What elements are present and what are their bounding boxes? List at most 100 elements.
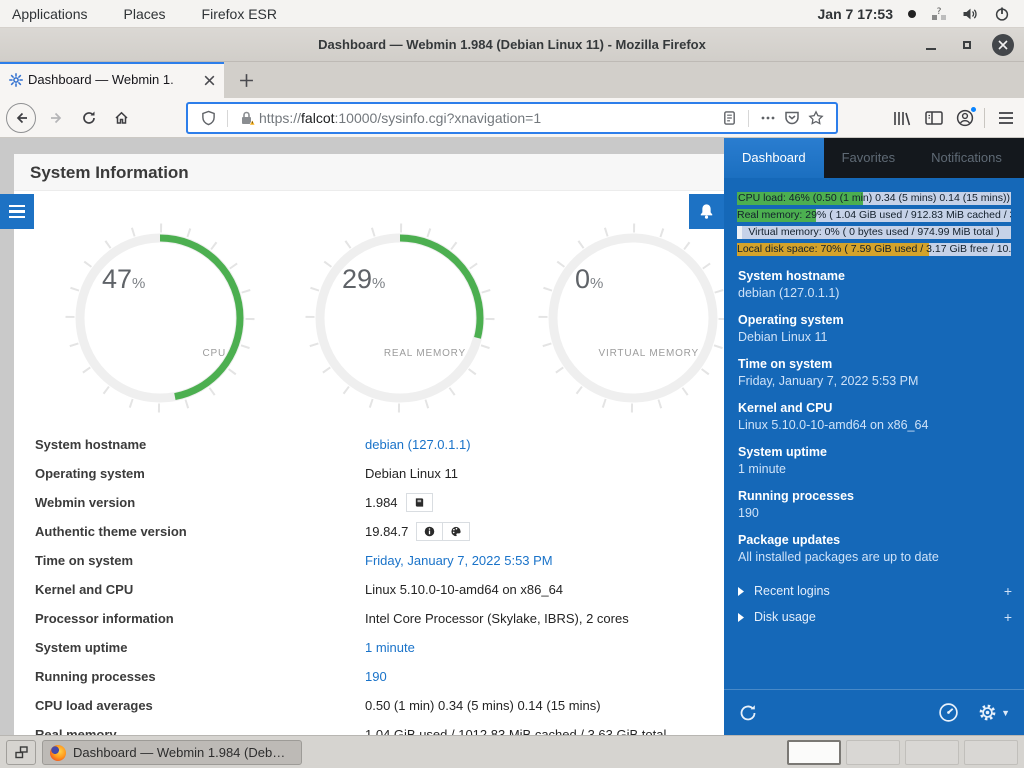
resource-monitor-button[interactable] bbox=[938, 702, 959, 723]
volume-icon[interactable] bbox=[962, 6, 979, 22]
running-processes-link[interactable]: 190 bbox=[365, 669, 387, 684]
tab-close-icon[interactable] bbox=[203, 74, 216, 87]
cpu-load-meter[interactable]: CPU load: 46% (0.50 (1 min) 0.34 (5 mins… bbox=[737, 192, 1011, 205]
network-status-icon[interactable]: ? bbox=[931, 6, 947, 22]
bookmark-star-icon[interactable] bbox=[804, 106, 828, 130]
power-icon[interactable] bbox=[994, 6, 1010, 22]
gauge-virtual-memory: 0% VIRTUAL MEMORY bbox=[533, 218, 733, 418]
applications-menu[interactable]: Applications bbox=[0, 0, 106, 27]
pocket-icon[interactable] bbox=[780, 106, 804, 130]
list-item: Operating systemDebian Linux 11 bbox=[738, 312, 1012, 346]
tab-dashboard-sidebar[interactable]: Dashboard bbox=[724, 138, 824, 178]
table-row: Running processes 190 bbox=[35, 662, 711, 691]
webmin-sidebar-hamburger-button[interactable] bbox=[0, 194, 34, 229]
back-button[interactable] bbox=[6, 103, 36, 133]
page-actions-icon[interactable] bbox=[756, 106, 780, 130]
menu-hamburger-icon[interactable] bbox=[993, 106, 1019, 130]
taskbar: Dashboard — Webmin 1.984 (Deb… bbox=[0, 735, 1024, 768]
disk-usage-toggle[interactable]: Disk usage + bbox=[738, 604, 1012, 630]
url-bar[interactable]: https://falcot:10000/sysinfo.cgi?xnaviga… bbox=[186, 102, 838, 134]
home-button[interactable] bbox=[106, 103, 136, 133]
tab-notifications[interactable]: Notifications bbox=[913, 138, 1020, 178]
tracking-protection-shield-icon[interactable] bbox=[196, 106, 220, 130]
reload-button[interactable] bbox=[74, 103, 104, 133]
theme-palette-button[interactable] bbox=[443, 522, 470, 541]
table-row: Time on system Friday, January 7, 2022 5… bbox=[35, 546, 711, 575]
table-row: System uptime 1 minute bbox=[35, 633, 711, 662]
settings-button[interactable]: ▼ bbox=[977, 702, 1010, 723]
list-item: Time on systemFriday, January 7, 2022 5:… bbox=[738, 356, 1012, 390]
forward-button[interactable] bbox=[42, 103, 72, 133]
time-on-system-link[interactable]: Friday, January 7, 2022 5:53 PM bbox=[365, 553, 553, 568]
gauge-real-memory-label: REAL MEMORY bbox=[384, 348, 466, 359]
speedometer-icon bbox=[938, 702, 959, 723]
record-indicator-icon bbox=[908, 10, 916, 18]
new-tab-button[interactable] bbox=[232, 66, 260, 94]
firefox-icon bbox=[50, 745, 66, 761]
table-row: Authentic theme version 19.84.7 bbox=[35, 517, 711, 546]
reader-mode-icon[interactable] bbox=[717, 106, 741, 130]
windows-icon bbox=[15, 746, 28, 759]
url-text[interactable]: https://falcot:10000/sysinfo.cgi?xnaviga… bbox=[259, 110, 541, 126]
sidebar-toggle-icon[interactable] bbox=[921, 106, 947, 130]
sidebar-footer: ▼ bbox=[724, 689, 1024, 735]
tab-dashboard[interactable]: Dashboard — Webmin 1. bbox=[0, 62, 224, 98]
expand-plus-icon[interactable]: + bbox=[1004, 583, 1012, 599]
close-icon bbox=[992, 34, 1014, 56]
table-row: Webmin version 1.984 bbox=[35, 488, 711, 517]
sidebar-system-info: System hostnamedebian (127.0.1.1) Operat… bbox=[738, 268, 1012, 576]
minimize-button[interactable] bbox=[920, 34, 942, 56]
caret-right-icon bbox=[738, 587, 744, 596]
gauge-real-memory-value: 29% bbox=[342, 264, 385, 295]
local-disk-space-meter[interactable]: Local disk space: 70% ( 7.59 GiB used / … bbox=[737, 243, 1011, 256]
firefox-esr-menu[interactable]: Firefox ESR bbox=[184, 0, 295, 27]
tab-favorites[interactable]: Favorites bbox=[824, 138, 913, 178]
navigation-toolbar: https://falcot:10000/sysinfo.cgi?xnaviga… bbox=[0, 98, 1024, 138]
library-icon[interactable] bbox=[889, 106, 915, 130]
account-icon[interactable] bbox=[952, 106, 978, 130]
show-desktop-button[interactable] bbox=[6, 740, 36, 765]
workspace-4[interactable] bbox=[964, 740, 1018, 765]
system-uptime-link[interactable]: 1 minute bbox=[365, 640, 415, 655]
resource-meters: CPU load: 46% (0.50 (1 min) 0.34 (5 mins… bbox=[737, 192, 1011, 260]
webmin-changelog-button[interactable] bbox=[406, 493, 433, 512]
refresh-button[interactable] bbox=[738, 703, 758, 723]
gauge-cpu: 47% CPU bbox=[60, 218, 260, 418]
hostname-link[interactable]: debian (127.0.1.1) bbox=[365, 437, 471, 452]
system-info-table: System hostname debian (127.0.1.1) Opera… bbox=[35, 430, 711, 749]
palette-icon bbox=[450, 526, 462, 537]
list-item: Package updatesAll installed packages ar… bbox=[738, 532, 1012, 566]
table-row: Operating system Debian Linux 11 bbox=[35, 459, 711, 488]
gauge-virtual-memory-label: VIRTUAL MEMORY bbox=[599, 348, 699, 359]
book-icon bbox=[414, 497, 425, 508]
close-button[interactable] bbox=[992, 34, 1014, 56]
clock[interactable]: Jan 7 17:53 bbox=[818, 6, 894, 22]
notifications-bell-button[interactable] bbox=[689, 194, 724, 229]
gauge-cpu-label: CPU bbox=[202, 348, 226, 359]
window-title: Dashboard — Webmin 1.984 (Debian Linux 1… bbox=[318, 37, 706, 52]
info-icon bbox=[424, 526, 435, 537]
svg-text:?: ? bbox=[937, 7, 942, 17]
workspace-3[interactable] bbox=[905, 740, 959, 765]
firefox-titlebar[interactable]: Dashboard — Webmin 1.984 (Debian Linux 1… bbox=[0, 28, 1024, 62]
dashboard-sidebar: Dashboard Favorites Notifications CPU lo… bbox=[724, 138, 1024, 735]
gnome-top-bar: Applications Places Firefox ESR Jan 7 17… bbox=[0, 0, 1024, 28]
expand-plus-icon[interactable]: + bbox=[1004, 609, 1012, 625]
gauge-cpu-value: 47% bbox=[102, 264, 145, 295]
refresh-icon bbox=[738, 703, 758, 723]
recent-logins-toggle[interactable]: Recent logins + bbox=[738, 578, 1012, 604]
list-item: System uptime1 minute bbox=[738, 444, 1012, 478]
maximize-button[interactable] bbox=[956, 34, 978, 56]
real-memory-meter[interactable]: Real memory: 29% ( 1.04 GiB used / 912.8… bbox=[737, 209, 1011, 222]
taskbar-window-button[interactable]: Dashboard — Webmin 1.984 (Deb… bbox=[42, 740, 302, 765]
virtual-memory-meter[interactable]: Virtual memory: 0% ( 0 bytes used / 974.… bbox=[737, 226, 1011, 239]
places-menu[interactable]: Places bbox=[106, 0, 184, 27]
workspace-2[interactable] bbox=[846, 740, 900, 765]
list-item: Running processes190 bbox=[738, 488, 1012, 522]
table-row: CPU load averages 0.50 (1 min) 0.34 (5 m… bbox=[35, 691, 711, 720]
theme-info-button[interactable] bbox=[416, 522, 443, 541]
caret-right-icon bbox=[738, 613, 744, 622]
workspace-1[interactable] bbox=[787, 740, 841, 765]
insecure-lock-warning-icon[interactable] bbox=[235, 106, 259, 130]
bell-icon bbox=[698, 203, 715, 220]
